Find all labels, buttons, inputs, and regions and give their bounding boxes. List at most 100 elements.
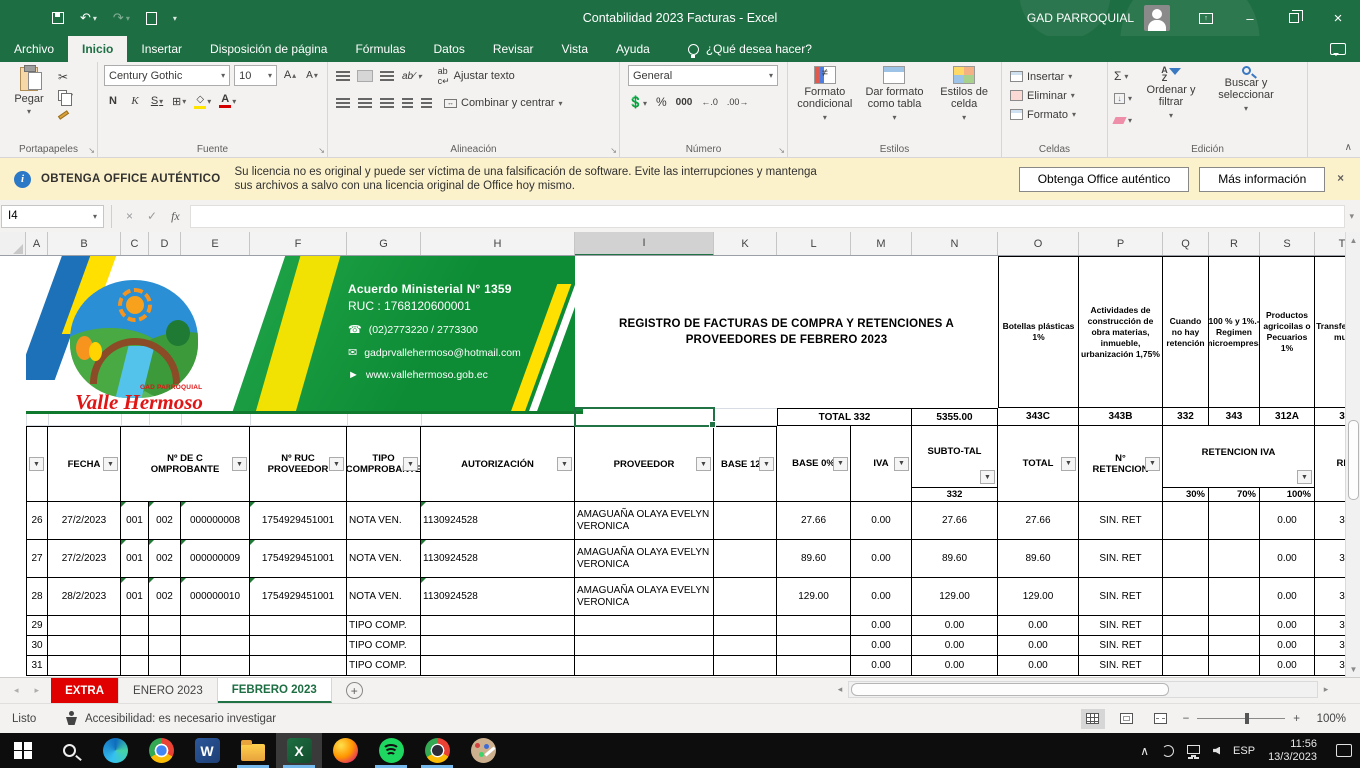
cell-P36[interactable]: SIN. RET (1079, 636, 1163, 656)
cell-N37[interactable]: 0.00 (912, 656, 998, 676)
header-fecha[interactable]: FECHA ▼ (48, 426, 121, 502)
number-dialog-launcher-icon[interactable]: ↘ (778, 146, 785, 155)
cell-S32[interactable]: 0.00 (1260, 502, 1315, 540)
cell-L37[interactable] (777, 656, 851, 676)
cell-C37[interactable] (121, 656, 149, 676)
dismiss-warning-icon[interactable]: × (1337, 173, 1344, 185)
close-button[interactable]: × (1316, 0, 1360, 36)
cell-O4[interactable]: 343C (998, 408, 1079, 426)
next-sheet-icon[interactable]: ▸ (35, 685, 40, 696)
collapse-ribbon-icon[interactable]: ∧ (1345, 142, 1352, 153)
cell-I33[interactable]: AMAGUAÑA OLAYA EVELYN VERONICA (575, 540, 714, 578)
comments-icon[interactable] (1330, 43, 1346, 56)
confirm-entry-icon[interactable]: ✓ (147, 209, 157, 223)
cell-F34[interactable]: 1754929451001 (250, 578, 347, 616)
cell-A37[interactable]: 31 (26, 656, 48, 676)
header-proveedor[interactable]: PROVEEDOR ▼ (575, 426, 714, 502)
column-header-R[interactable]: R (1209, 232, 1260, 255)
header-subtotal-code[interactable]: 332 (912, 488, 998, 502)
filter-icon[interactable]: ▼ (329, 457, 344, 471)
expand-formula-bar-icon[interactable]: ▾ (1349, 211, 1354, 222)
filter-icon[interactable]: ▼ (980, 470, 995, 484)
align-middle-icon[interactable] (357, 70, 373, 82)
chrome-icon[interactable] (138, 733, 184, 768)
cell-R4[interactable]: 343 (1209, 408, 1260, 426)
cell-P4[interactable]: 343B (1079, 408, 1163, 426)
cell-K36[interactable] (714, 636, 777, 656)
column-header-T[interactable]: T (1315, 232, 1345, 255)
sheet-tab-extra[interactable]: EXTRA (51, 678, 120, 703)
normal-view-button[interactable] (1080, 708, 1105, 729)
cell-L34[interactable]: 129.00 (777, 578, 851, 616)
minimize-button[interactable]: – (1228, 0, 1272, 36)
cell-D32[interactable]: 002 (149, 502, 181, 540)
spotify-icon[interactable] (368, 733, 414, 768)
font-color-icon[interactable]: A ▾ (217, 91, 238, 111)
network-icon[interactable] (1187, 744, 1201, 757)
cell-P34[interactable]: SIN. RET (1079, 578, 1163, 616)
cell-F35[interactable] (250, 616, 347, 636)
cell-B33[interactable]: 27/2/2023 (48, 540, 121, 578)
header-pct100[interactable]: 100% (1260, 488, 1315, 502)
tab-insertar[interactable]: Insertar (127, 36, 196, 62)
cell-E37[interactable] (181, 656, 250, 676)
decrease-decimal-icon[interactable]: .00→ (727, 97, 749, 107)
column-header-N[interactable]: N (912, 232, 998, 255)
learn-more-button[interactable]: Más información (1199, 166, 1326, 192)
get-genuine-office-button[interactable]: Obtenga Office auténtico (1018, 166, 1190, 192)
cell-C33[interactable]: 001 (121, 540, 149, 578)
cell-R32[interactable] (1209, 502, 1260, 540)
header-iva[interactable]: IVA ▼ (851, 426, 912, 502)
cell-I35[interactable] (575, 616, 714, 636)
filter-icon[interactable]: ▼ (103, 457, 118, 471)
header-botellas[interactable]: Botellas plásticas 1% (998, 256, 1079, 408)
fill-icon[interactable]: ↓ ▾ (1114, 89, 1132, 107)
filter-icon[interactable]: ▼ (1145, 456, 1160, 471)
vertical-scroll-thumb[interactable] (1348, 420, 1359, 500)
cell-A33[interactable]: 27 (26, 540, 48, 578)
onedrive-icon[interactable] (1162, 744, 1175, 757)
cell-G35[interactable]: TIPO COMP. (347, 616, 421, 636)
header-autorizacion[interactable]: AUTORIZACIÓN ▼ (421, 426, 575, 502)
tab-formulas[interactable]: Fórmulas (341, 36, 419, 62)
filter-icon[interactable]: ▼ (403, 457, 418, 471)
cell-Q33[interactable] (1163, 540, 1209, 578)
name-box[interactable]: I4 ▾ (1, 204, 104, 228)
paint-icon[interactable] (460, 733, 506, 768)
new-sheet-icon[interactable]: + (345, 682, 363, 699)
cell-I36[interactable] (575, 636, 714, 656)
tab-vista[interactable]: Vista (548, 36, 602, 62)
cell-O34[interactable]: 129.00 (998, 578, 1079, 616)
tab-ayuda[interactable]: Ayuda (602, 36, 664, 62)
filter-icon[interactable]: ▼ (894, 456, 909, 471)
cell-I34[interactable]: AMAGUAÑA OLAYA EVELYN VERONICA (575, 578, 714, 616)
increase-decimal-icon[interactable]: ←.0 (701, 97, 718, 107)
tray-expand-icon[interactable]: ∧ (1140, 744, 1149, 758)
cell-D37[interactable] (149, 656, 181, 676)
formula-input[interactable] (189, 204, 1346, 228)
column-header-H[interactable]: H (421, 232, 575, 255)
format-painter-icon[interactable] (57, 107, 73, 122)
cell-G32[interactable]: NOTA VEN. (347, 502, 421, 540)
redo-icon[interactable]: ↷ ▾ (113, 10, 130, 26)
cell-G37[interactable]: TIPO COMP. (347, 656, 421, 676)
vertical-scrollbar[interactable]: ▲ ▼ (1345, 232, 1360, 677)
comma-style-icon[interactable]: 000 (676, 97, 693, 108)
zoom-in-icon[interactable]: + (1293, 713, 1300, 725)
cell-R36[interactable] (1209, 636, 1260, 656)
print-preview-icon[interactable] (145, 11, 157, 25)
cell-R34[interactable] (1209, 578, 1260, 616)
header-microempresa[interactable]: 100 % y 1%.- Regimen microempresa (1209, 256, 1260, 408)
column-header-B[interactable]: B (48, 232, 121, 255)
sort-filter-button[interactable]: AZ Ordenar y filtrar ▾ (1140, 65, 1202, 129)
cell-O32[interactable]: 27.66 (998, 502, 1079, 540)
cell-S4[interactable]: 312A (1260, 408, 1315, 426)
scroll-down-icon[interactable]: ▼ (1346, 661, 1360, 677)
cell-F32[interactable]: 1754929451001 (250, 502, 347, 540)
copy-icon[interactable]: ▾ (58, 88, 73, 106)
column-header-O[interactable]: O (998, 232, 1079, 255)
column-header-G[interactable]: G (347, 232, 421, 255)
zoom-slider[interactable] (1197, 713, 1286, 724)
header-ruc-proveedor[interactable]: Nº RUC PROVEEDOR ▼ (250, 426, 347, 502)
bold-button[interactable]: N (104, 91, 122, 111)
